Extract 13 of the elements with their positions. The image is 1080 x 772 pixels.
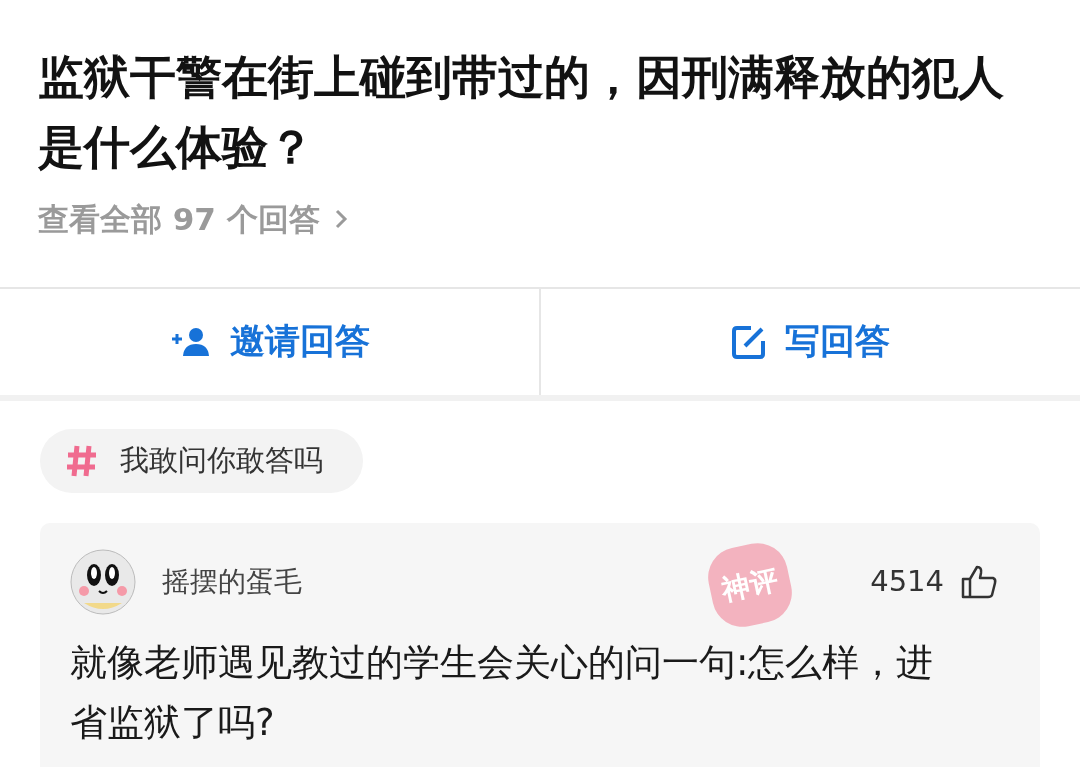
add-person-icon: [169, 325, 212, 358]
answer-text: 就像老师遇见教过的学生会关心的问一句:怎么样，进省监狱了吗?: [70, 639, 935, 746]
topic-tag[interactable]: 我敢问你敢答吗: [40, 428, 363, 493]
thumbs-up-icon[interactable]: [960, 563, 998, 600]
hashtag-icon: [66, 443, 98, 478]
author-name[interactable]: 摇摆的蛋毛: [162, 560, 302, 603]
avatar-drawing: [70, 548, 136, 615]
chevron-right-icon: [333, 208, 348, 231]
all-answers-link[interactable]: 查看全部 97 个回答: [38, 196, 348, 243]
like-count: 4514: [870, 562, 944, 600]
edit-icon: [731, 323, 767, 360]
invite-answer-button[interactable]: 邀请回答: [0, 288, 539, 395]
question-title: 监狱干警在街上碰到带过的，因刑满释放的犯人是什么体验？: [38, 49, 1005, 176]
